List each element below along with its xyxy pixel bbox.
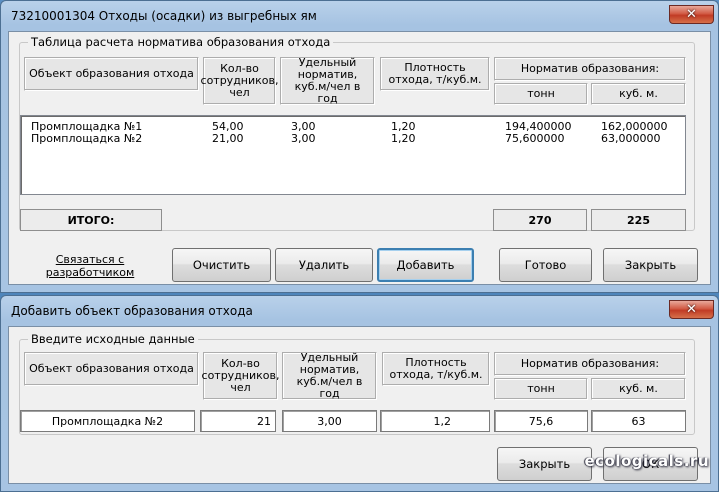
delete-button[interactable]: Удалить [275,248,373,282]
calculation-window-title: 73210001304 Отходы (осадки) из выгребных… [11,9,317,23]
add-button[interactable]: Добавить [377,248,474,282]
input-data-group: Введите исходные данные Объект образован… [19,332,695,435]
total-label: ИТОГО: [20,209,162,231]
header-formation: Норматив образования: [494,352,686,376]
header-density: Плотность отхода, т/куб.м. [380,57,490,91]
header-cubic: куб. м. [591,83,686,105]
input-data-group-title: Введите исходные данные [28,332,198,346]
header-employees: Кол-во сотрудников, чел [202,352,280,400]
header-density: Плотность отхода, т/куб.м. [382,352,490,386]
clear-button[interactable]: Очистить [172,248,271,282]
density-input[interactable]: 1,2 [380,410,490,432]
contact-developer-link[interactable]: Связаться с разработчиком [45,253,135,279]
row-object: Промплощадка №2 [31,132,143,145]
add-window-close-button[interactable]: Закрыть [497,447,592,481]
employees-input[interactable]: 21 [200,410,276,432]
header-employees: Кол-во сотрудников, чел [201,57,279,105]
calculation-table-group-title: Таблица расчета норматива образования от… [28,35,334,49]
header-object: Объект образования отхода [24,57,199,91]
add-object-window-title: Добавить объект образования отхода [11,304,253,318]
objects-listbox[interactable]: Промплощадка №1 54,00 3,00 1,20 194,4000… [20,115,686,195]
calculation-table-group: Таблица расчета норматива образования от… [19,35,695,231]
close-button[interactable]: Закрыть [603,248,698,282]
row-density: 1,20 [391,132,416,145]
calculation-window-client: Таблица расчета норматива образования от… [8,31,711,285]
tons-output: 75,6 [494,410,588,432]
row-norm: 3,00 [291,132,316,145]
cubic-output: 63 [591,410,686,432]
total-tons: 270 [493,209,587,231]
header-tons: тонн [494,378,588,400]
add-object-window-close-icon[interactable]: ✕ [669,300,714,319]
done-button[interactable]: Готово [499,248,592,282]
header-formation: Норматив образования: [494,57,686,81]
table-row[interactable]: Промплощадка №2 21,00 3,00 1,20 75,60000… [21,132,685,145]
norm-input[interactable]: 3,00 [282,410,377,432]
header-object: Объект образования отхода [24,352,199,386]
object-name-input[interactable]: Промплощадка №2 [20,410,195,432]
row-tons: 75,600000 [505,132,565,145]
site-watermark: ecologicals.ru [584,452,709,470]
header-norm: Удельный норматив, куб.м/чел в год [282,352,377,400]
header-cubic: куб. м. [591,378,686,400]
row-cubic: 63,000000 [601,132,661,145]
header-norm: Удельный норматив, куб.м/чел в год [280,57,375,105]
total-cubic: 225 [591,209,686,231]
calculation-window: 73210001304 Отходы (осадки) из выгребных… [0,0,719,293]
calculation-window-close-icon[interactable]: ✕ [669,5,714,24]
row-employees: 21,00 [212,132,244,145]
header-tons: тонн [494,83,588,105]
